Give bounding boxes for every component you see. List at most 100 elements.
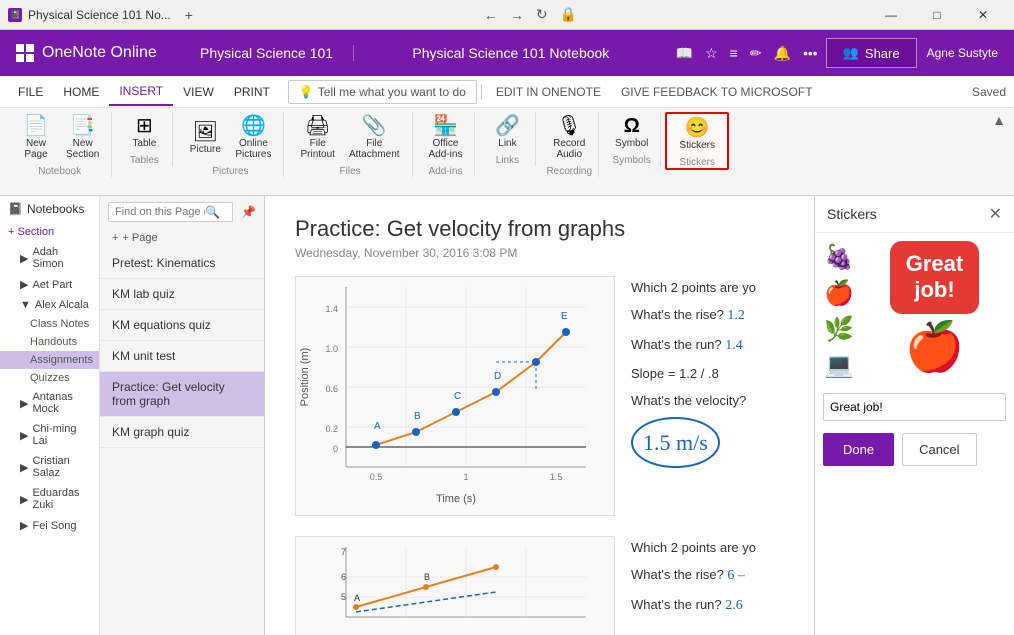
files-group-items: 🖨 FilePrintout 📎 FileAttachment xyxy=(294,112,405,164)
sidebar-item-handouts[interactable]: Handouts xyxy=(0,333,99,351)
table-button[interactable]: ⊞ Table xyxy=(122,112,166,153)
table-icon: ⊞ xyxy=(136,116,153,136)
share-button[interactable]: 👥 Share xyxy=(826,38,917,68)
sidebar-item-chi-ming-lai[interactable]: ▶ Chi-ming Lai xyxy=(0,419,99,451)
sticker-preview-area: Greatjob! 🍎 xyxy=(863,241,1006,381)
sidebar-item-class-notes[interactable]: Class Notes xyxy=(0,315,99,333)
graph-notes-2: Which 2 points are yo What's the rise? 6… xyxy=(631,536,784,635)
graph-2: A B 7 6 5 xyxy=(295,536,615,635)
page-item-pretest[interactable]: Pretest: Kinematics xyxy=(100,248,264,279)
new-tab-btn[interactable]: + xyxy=(185,7,193,23)
link-icon: 🔗 xyxy=(495,116,520,136)
picture-button[interactable]: 🖼 Picture xyxy=(183,112,227,164)
sticker-item-leaf[interactable]: 🌿 xyxy=(823,313,855,345)
more-icon[interactable]: ••• xyxy=(803,45,818,61)
sticker-item-laptop[interactable]: 💻 xyxy=(823,349,855,381)
menu-insert[interactable]: INSERT xyxy=(109,78,173,106)
sticker-panel-close-button[interactable]: ✕ xyxy=(989,204,1002,224)
pin-icon[interactable]: 📌 xyxy=(241,205,256,219)
sidebar-item-fei-song[interactable]: ▶ Fei Song xyxy=(0,515,99,536)
new-section-button[interactable]: 📑 NewSection xyxy=(60,112,105,164)
svg-text:0: 0 xyxy=(333,444,338,454)
sidebar-item-cristian-salaz[interactable]: ▶ Cristian Salaz xyxy=(0,451,99,483)
addins-group-items: 🏪 OfficeAdd-ins xyxy=(423,112,469,164)
notebooks-label[interactable]: 📓 Notebooks xyxy=(0,196,99,222)
sidebar-item-adah-simon[interactable]: ▶ Adah Simon xyxy=(0,242,99,274)
search-box[interactable]: 🔍 xyxy=(108,202,233,222)
eduardas-label: Eduardas Zuki xyxy=(32,487,91,511)
menu-home[interactable]: HOME xyxy=(53,79,109,105)
notebook-name[interactable]: Physical Science 101 xyxy=(180,45,354,61)
menu-print[interactable]: PRINT xyxy=(224,79,280,105)
back-button[interactable]: ← xyxy=(480,5,502,25)
sticker-item-grape[interactable]: 🍇 xyxy=(823,241,855,273)
bell-icon[interactable]: 🔔 xyxy=(774,45,791,62)
stickers-button[interactable]: 😊 Stickers xyxy=(673,114,721,155)
page-item-practice[interactable]: Practice: Get velocity from graph xyxy=(100,372,264,417)
question-2-2: What's the rise? 6 – xyxy=(631,563,784,588)
page-item-km-equations[interactable]: KM equations quiz xyxy=(100,310,264,341)
office-addins-button[interactable]: 🏪 OfficeAdd-ins xyxy=(423,112,469,164)
sidebar-sections: ▶ Adah Simon ▶ Aet Part ▼ Alex Alcala Cl… xyxy=(0,242,99,536)
question-2: What's the rise? 1.2 xyxy=(631,303,784,328)
chevron-right-icon: ▶ xyxy=(20,461,28,474)
page-item-km-lab[interactable]: KM lab quiz xyxy=(100,279,264,310)
minimize-button[interactable]: — xyxy=(868,0,914,30)
record-audio-button[interactable]: 🎙 RecordAudio xyxy=(547,112,591,164)
lock-button[interactable]: 🔒 xyxy=(556,4,581,25)
search-input[interactable] xyxy=(115,206,205,218)
question-3: What's the run? 1.4 xyxy=(631,333,784,358)
sidebar-item-alex-alcala[interactable]: ▼ Alex Alcala xyxy=(0,295,99,315)
sidebar-item-eduardas-zuki[interactable]: ▶ Eduardas Zuki xyxy=(0,483,99,515)
new-page-button[interactable]: 📄 NewPage xyxy=(14,112,58,164)
book-icon[interactable]: 📖 xyxy=(676,45,693,62)
settings-icon[interactable]: ≡ xyxy=(730,45,738,61)
sticker-text-input[interactable] xyxy=(823,393,1006,421)
forward-button[interactable]: → xyxy=(506,5,528,25)
svg-text:E: E xyxy=(561,311,568,322)
chevron-right-icon: ▶ xyxy=(20,252,28,265)
file-attachment-button[interactable]: 📎 FileAttachment xyxy=(343,112,406,164)
page-item-km-graph[interactable]: KM graph quiz xyxy=(100,417,264,448)
page-label-practice: Practice: Get velocity from graph xyxy=(112,380,225,408)
sticker-cancel-button[interactable]: Cancel xyxy=(902,433,976,466)
file-printout-button[interactable]: 🖨 FilePrintout xyxy=(294,112,340,164)
edit-icon[interactable]: ✏ xyxy=(750,45,762,62)
menu-edit-onenote[interactable]: EDIT IN ONENOTE xyxy=(486,85,611,99)
page-item-km-unit[interactable]: KM unit test xyxy=(100,341,264,372)
sticker-item-apple[interactable]: 🍎 xyxy=(823,277,855,309)
new-page-label: NewPage xyxy=(24,138,47,160)
ribbon-collapse-button[interactable]: ▲ xyxy=(992,112,1006,128)
link-button[interactable]: 🔗 Link xyxy=(485,112,529,153)
close-button[interactable]: ✕ xyxy=(960,0,1006,30)
menu-view[interactable]: VIEW xyxy=(173,79,224,105)
search-icon: 🔍 xyxy=(205,205,220,219)
tell-me-box[interactable]: 💡 Tell me what you want to do xyxy=(288,80,477,104)
sidebar-item-aet-part[interactable]: ▶ Aet Part xyxy=(0,274,99,295)
sidebar-item-quizzes[interactable]: Quizzes xyxy=(0,369,99,387)
maximize-button[interactable]: □ xyxy=(914,0,960,30)
star-icon[interactable]: ☆ xyxy=(705,45,718,62)
add-page-button[interactable]: + + Page xyxy=(100,228,264,248)
quizzes-label: Quizzes xyxy=(30,372,70,384)
svg-text:6: 6 xyxy=(341,572,346,582)
sidebar-item-assignments[interactable]: Assignments xyxy=(0,351,99,369)
menu-feedback[interactable]: GIVE FEEDBACK TO MICROSOFT xyxy=(611,85,823,99)
sticker-done-button[interactable]: Done xyxy=(823,433,894,466)
links-group-items: 🔗 Link xyxy=(485,112,529,153)
app-favicon: 📓 xyxy=(8,8,22,22)
sticker-list: 🍇 🍎 🌿 💻 xyxy=(823,241,855,381)
page-label-km-equations: KM equations quiz xyxy=(112,318,211,332)
refresh-button[interactable]: ↻ xyxy=(532,4,552,25)
chevron-right-icon: ▶ xyxy=(20,278,28,291)
symbol-button[interactable]: Ω Symbol xyxy=(609,112,654,153)
sidebar-item-antanas-mock[interactable]: ▶ Antanas Mock xyxy=(0,387,99,419)
file-attachment-label: FileAttachment xyxy=(349,138,400,160)
lightbulb-icon: 💡 xyxy=(299,85,314,99)
answer-run-2: 2.6 xyxy=(725,598,743,613)
add-section-button[interactable]: + Section xyxy=(0,222,99,242)
notebook-title: Physical Science 101 Notebook xyxy=(354,45,668,61)
online-pictures-button[interactable]: 🌐 OnlinePictures xyxy=(229,112,277,164)
menu-file[interactable]: FILE xyxy=(8,79,53,105)
sticker-selector: 🍇 🍎 🌿 💻 Greatjob! 🍎 xyxy=(815,233,1014,389)
